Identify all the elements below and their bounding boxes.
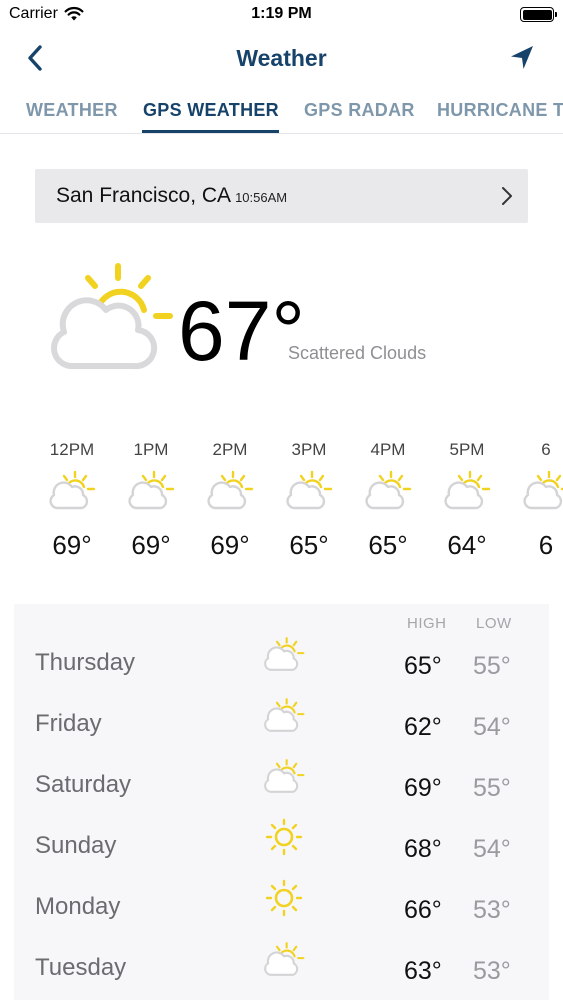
status-bar: Carrier 1:19 PM [0,0,563,30]
partly-cloudy-icon [286,470,333,510]
hour-time: 2PM [212,440,248,459]
day-name: Tuesday [35,954,127,981]
hour-time: 1PM [133,440,169,459]
hourly-item: 4PM 65° [353,440,423,561]
status-time: 1:19 PM [251,5,312,22]
hourly-item: 5PM 64° [432,440,502,561]
partly-cloudy-icon [51,263,173,370]
daily-row: Tuesday 63° 53° [14,909,549,985]
hourly-item: 6 6 [511,440,563,561]
hourly-item: 12PM 69° [37,440,107,561]
current-temperature: 67° [178,284,306,378]
hour-temp: 64° [447,530,487,560]
hour-time: 12PM [49,440,95,459]
hour-temp: 69° [210,530,250,560]
hour-temp: 6 [538,530,554,560]
nav-bar: Weather [0,36,563,80]
tab-hurricane-tracker[interactable]: HURRICANE T [437,100,563,121]
partly-cloudy-icon [264,942,305,976]
daily-row: Friday 62° 54° [14,665,549,741]
daily-forecast: HIGH LOW Thursday 65° 55° Friday 62° 54°… [14,604,549,1000]
hour-time: 4PM [370,440,406,459]
hour-temp: 69° [131,530,171,560]
daily-row: Thursday 65° 55° [14,604,549,680]
partly-cloudy-icon [444,470,491,510]
hour-time: 3PM [291,440,327,459]
hourly-item: 1PM 69° [116,440,186,561]
partly-cloudy-icon [523,470,563,510]
hour-time: 5PM [449,440,485,459]
tab-gps-radar[interactable]: GPS RADAR [304,100,415,121]
battery-icon [520,7,557,22]
partly-cloudy-icon [365,470,412,510]
partly-cloudy-icon [207,470,254,510]
hour-time: 6 [541,440,551,459]
tab-gps-weather[interactable]: GPS WEATHER [143,100,279,121]
hour-temp: 65° [289,530,329,560]
location-city-label: San Francisco, CA [56,184,232,207]
page-title: Weather [236,45,327,71]
tab-bar: WEATHER GPS WEATHER GPS RADAR HURRICANE … [0,88,563,134]
hour-temp: 69° [52,530,92,560]
current-condition: Scattered Clouds [288,343,427,363]
location-arrow-icon[interactable] [507,43,537,73]
hourly-item: 3PM 65° [274,440,344,561]
tab-weather[interactable]: WEATHER [26,100,118,121]
day-high: 63° [404,957,442,985]
location-city: San Francisco, CA 10:56AM [56,184,287,208]
partly-cloudy-icon [128,470,175,510]
daily-row: Sunday 68° 54° [14,787,549,863]
hour-temp: 65° [368,530,408,560]
partly-cloudy-icon [49,470,96,510]
active-tab-indicator [142,130,279,133]
location-time: 10:56AM [235,190,288,205]
hourly-item: 2PM 69° [195,440,265,561]
hourly-forecast: 12PM 69° 1PM 69° 2PM 69° 3PM 65° 4PM 65°… [0,440,563,570]
location-selector[interactable]: San Francisco, CA 10:56AM [35,169,528,223]
daily-row: Monday 66° 53° [14,848,549,924]
daily-row: Saturday 69° 55° [14,726,549,802]
chevron-right-icon [502,187,512,205]
day-low: 53° [473,957,511,985]
